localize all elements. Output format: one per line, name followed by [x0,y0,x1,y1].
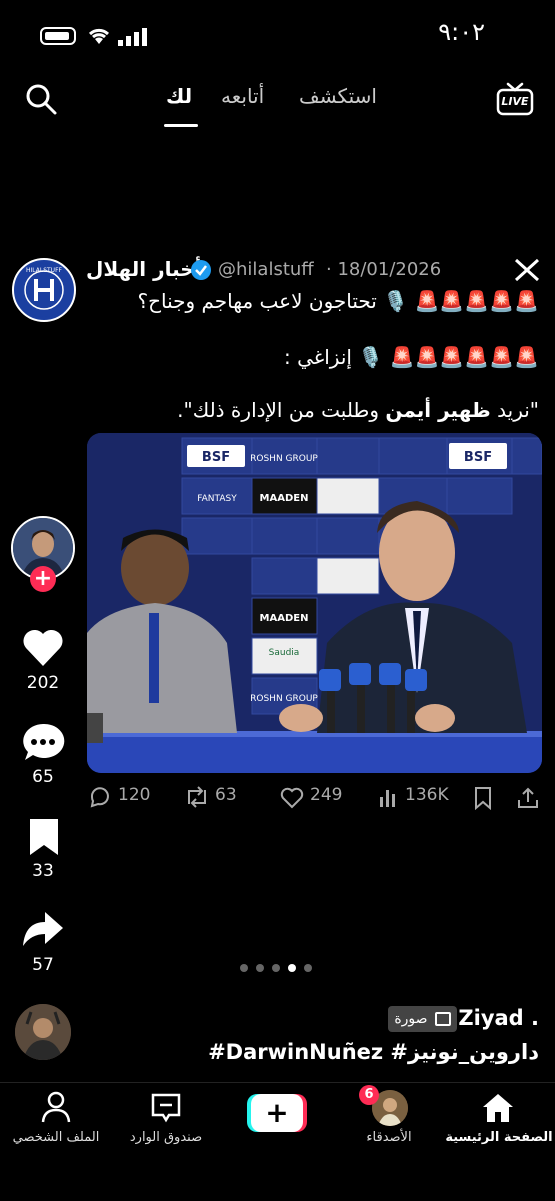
carousel-dot-2[interactable] [256,964,264,972]
active-tab-indicator [164,124,198,127]
svg-text:HILALSTUFF: HILALSTUFF [26,267,63,274]
share-icon[interactable] [516,786,540,810]
svg-text:Saudia: Saudia [269,648,300,658]
photo-illustration: BSF ROSHN GROUP BSF MAADEN FANTASY Saudi… [87,433,542,773]
save-bookmark-icon[interactable] [27,817,61,857]
caption-username[interactable]: Ziyad . [458,1006,539,1030]
svg-text:MAADEN: MAADEN [260,493,309,504]
carousel-dot-1[interactable] [240,964,248,972]
tweet-stats-row: 120 63 249 136K [88,785,542,811]
carousel-dot-4-active[interactable] [288,964,296,972]
tweet-line-3-bold: ظهير أيمن [385,398,491,422]
nav-profile-label[interactable]: الملف الشخصي [1,1130,111,1145]
tweet-account-name: أخبار الهلال [86,257,202,281]
views-count: 136K [405,785,449,805]
top-navigation [0,70,555,130]
press-conference-photo[interactable]: BSF ROSHN GROUP BSF MAADEN FANTASY Saudi… [87,433,542,773]
caption-hashtags[interactable]: #DarwinNuñez #داروين_نونيز [208,1040,539,1064]
photo-stack-icon [435,1012,451,1026]
svg-text:BSF: BSF [464,450,492,465]
profile-icon[interactable] [40,1090,72,1124]
tweet-author-row: أخبار الهلال @hilalstuff · 18/01/2026 [86,257,506,285]
retweet-icon[interactable] [184,786,210,808]
home-icon[interactable] [480,1091,516,1125]
tab-explore[interactable]: استكشف [299,84,377,108]
tweet-handle: @hilalstuff [218,259,314,280]
side-saves-count: 33 [32,861,54,881]
side-likes-count: 202 [26,673,60,693]
retweet-count: 63 [215,785,237,805]
nav-inbox-label[interactable]: صندوق الوارد [111,1130,221,1145]
al-hilal-logo-icon: HILALSTUFF [17,263,71,317]
side-comments-count: 65 [32,767,54,787]
share-arrow-icon[interactable] [21,910,65,950]
plus-icon: + [265,1096,289,1129]
like-icon[interactable] [280,787,304,809]
inbox-icon[interactable] [150,1092,182,1124]
heart-icon[interactable] [21,628,65,668]
like-count: 249 [310,785,343,805]
tweet-date: · 18/01/2026 [326,259,442,280]
svg-text:FANTASY: FANTASY [197,494,237,504]
signal-icon [118,28,147,46]
follow-plus-button[interactable]: + [30,566,56,592]
comment-icon[interactable] [21,722,65,764]
tab-following[interactable]: أتابعه [221,84,264,108]
sound-disc-image [15,1004,71,1060]
friends-notification-badge: 6 [359,1085,379,1105]
tweet-line-3-start: "نريد [490,398,539,422]
create-button[interactable]: + [247,1094,307,1132]
status-bar: ٩:٠٢ [0,0,555,70]
tweet-line-2: 🚨🚨🚨🚨🚨🚨 🎙️ إنزاغي : [284,345,539,369]
live-button[interactable]: LIVE [496,80,534,118]
svg-text:MAADEN: MAADEN [260,613,309,624]
tweet-line-3: "نريد ظهير أيمن وطلبت من الإدارة ذلك". [177,398,539,422]
x-logo-icon [514,258,540,282]
bookmark-icon[interactable] [473,786,493,810]
wifi-icon [88,28,110,44]
nav-friends-label[interactable]: الأصدقاء [334,1130,444,1145]
tweet-avatar[interactable]: HILALSTUFF [12,258,76,322]
sound-disc-avatar[interactable] [15,1004,71,1060]
svg-text:ROSHN GROUP: ROSHN GROUP [250,454,318,464]
tweet-line-1: 🚨🚨🚨🚨🚨 🎙️ تحتاجون لاعب مهاجم وجناح؟ [137,289,539,313]
tweet-line-3-end: وطلبت من الإدارة ذلك". [177,398,386,422]
nav-home-label[interactable]: الصفحة الرئيسية [444,1130,554,1145]
carousel-dot-5[interactable] [304,964,312,972]
svg-text:ROSHN GROUP: ROSHN GROUP [250,694,318,704]
status-time: ٩:٠٢ [438,18,485,46]
search-icon[interactable] [24,82,58,116]
side-shares-count: 57 [32,955,54,975]
tab-for-you[interactable]: لك [166,84,192,108]
photo-badge: صورة [388,1006,457,1032]
live-label: LIVE [501,95,529,108]
battery-icon [40,27,76,45]
svg-text:BSF: BSF [202,450,230,465]
carousel-dot-3[interactable] [272,964,280,972]
photo-badge-label: صورة [394,1011,428,1027]
reply-count: 120 [118,785,151,805]
views-icon[interactable] [378,787,400,809]
reply-icon[interactable] [88,786,112,808]
verified-badge-icon [191,260,211,280]
